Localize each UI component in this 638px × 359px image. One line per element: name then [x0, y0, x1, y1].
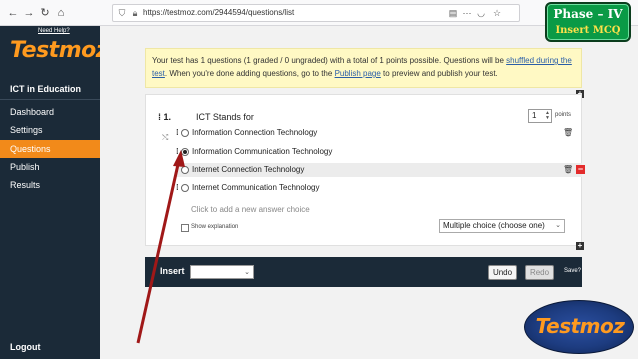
- add-question-below-button[interactable]: +: [576, 242, 584, 250]
- publish-page-link[interactable]: Publish page: [335, 69, 381, 78]
- logout-link[interactable]: Logout: [10, 342, 41, 352]
- add-answer-choice[interactable]: Click to add a new answer choice: [191, 205, 310, 214]
- remove-answer-icon[interactable]: −: [576, 165, 585, 174]
- question-number-text: 1.: [163, 112, 172, 122]
- sidebar-item-settings[interactable]: Settings: [0, 121, 100, 139]
- forward-icon[interactable]: →: [22, 6, 36, 20]
- sidebar: Need Help? Testmoz ICT in Education Dash…: [0, 26, 109, 359]
- answer-radio[interactable]: [181, 166, 189, 174]
- points-value: 1: [532, 111, 537, 120]
- insert-label: Insert: [160, 266, 185, 276]
- question-type-value: Multiple choice (choose one): [443, 221, 545, 230]
- home-icon[interactable]: ⌂: [54, 6, 68, 20]
- show-explanation-label[interactable]: Show explanation: [191, 224, 238, 230]
- testmoz-watermark: Testmoz: [524, 300, 634, 354]
- more-actions-icon[interactable]: ⋯: [461, 7, 473, 19]
- answer-radio-selected[interactable]: [181, 148, 189, 156]
- answer-text[interactable]: Information Communication Technology: [192, 145, 332, 159]
- trash-icon[interactable]: 🗑︎: [563, 128, 573, 138]
- show-explanation-checkbox[interactable]: [181, 224, 189, 232]
- watermark-text: Testmoz: [535, 314, 625, 338]
- need-help-link[interactable]: Need Help?: [38, 28, 70, 34]
- answer-text[interactable]: Internet Connection Technology: [192, 163, 304, 177]
- undo-button[interactable]: Undo: [488, 265, 517, 280]
- insert-toolbar: Insert ⌄ Undo Redo Save?: [145, 257, 582, 287]
- answer-choice[interactable]: ⁞ Information Communication Technology: [176, 145, 582, 159]
- drag-handle-icon[interactable]: ⁞: [176, 163, 179, 177]
- phase-badge: Phase – IV Insert MCQ: [545, 2, 631, 42]
- pocket-icon[interactable]: ◡: [475, 7, 487, 19]
- sidebar-item-results[interactable]: Results: [0, 176, 100, 194]
- answer-choice[interactable]: ⁞ Internet Connection Technology 🗑︎ −: [176, 163, 585, 177]
- answer-choice[interactable]: ⁞ Information Connection Technology 🗑︎: [176, 126, 582, 140]
- answer-radio[interactable]: [181, 129, 189, 137]
- notice-text-3: to preview and publish your test.: [380, 69, 498, 78]
- notice-text-1: Your test has 1 questions (1 graded / 0 …: [152, 56, 507, 65]
- reader-view-icon[interactable]: ▤: [447, 7, 459, 19]
- back-icon[interactable]: ←: [6, 6, 20, 20]
- notice-text-2: . When you're done adding questions, go …: [164, 69, 335, 78]
- question-number: ⁞ 1.: [158, 112, 171, 122]
- question-type-select[interactable]: Multiple choice (choose one) ⌄: [439, 219, 565, 233]
- browser-toolbar: ← → ↻ ⌂ ⛉ 🔒︎ https://testmoz.com/2944594…: [0, 0, 638, 26]
- chevron-down-icon: ⌄: [244, 269, 250, 276]
- shuffle-icon[interactable]: ⤭: [162, 133, 168, 143]
- drag-handle-icon[interactable]: ⁞: [176, 181, 179, 195]
- question-panel: ⁞ 1. ICT Stands for 1 ▲ ▼ points ⤭ ⁞ Info…: [145, 94, 585, 246]
- answer-text[interactable]: Internet Communication Technology: [192, 181, 319, 195]
- phase-subtitle: Insert MCQ: [555, 25, 621, 36]
- shield-icon[interactable]: ⛉: [116, 7, 128, 19]
- redo-button[interactable]: Redo: [525, 265, 554, 280]
- answer-radio[interactable]: [181, 184, 189, 192]
- bookmark-star-icon[interactable]: ☆: [491, 7, 503, 19]
- save-status[interactable]: Save?: [564, 268, 581, 274]
- drag-handle-icon[interactable]: ⁞: [176, 145, 179, 159]
- url-bar[interactable]: ⛉ 🔒︎ https://testmoz.com/2944594/questio…: [112, 4, 520, 22]
- sidebar-divider: [0, 99, 100, 100]
- answer-text[interactable]: Information Connection Technology: [192, 126, 317, 140]
- url-text[interactable]: https://testmoz.com/2944594/questions/li…: [143, 8, 294, 17]
- insert-type-select[interactable]: ⌄: [190, 265, 254, 279]
- question-text[interactable]: ICT Stands for: [196, 112, 254, 122]
- drag-handle-icon[interactable]: ⁞: [176, 126, 179, 140]
- spinner-icon[interactable]: ▲ ▼: [545, 111, 550, 121]
- reload-icon[interactable]: ↻: [38, 6, 52, 20]
- answer-choice[interactable]: ⁞ Internet Communication Technology: [176, 181, 582, 195]
- sidebar-item-dashboard[interactable]: Dashboard: [0, 103, 100, 121]
- testmoz-logo[interactable]: Testmoz: [10, 38, 109, 63]
- points-input[interactable]: 1 ▲ ▼: [528, 109, 552, 123]
- points-label: points: [555, 112, 572, 118]
- test-name: ICT in Education: [10, 84, 81, 94]
- trash-icon[interactable]: 🗑︎: [563, 165, 573, 175]
- sidebar-item-publish[interactable]: Publish: [0, 158, 100, 176]
- test-summary-notice: Your test has 1 questions (1 graded / 0 …: [145, 48, 582, 88]
- phase-title: Phase – IV: [553, 7, 623, 21]
- sidebar-item-questions[interactable]: Questions: [0, 140, 106, 158]
- chevron-down-icon: ⌄: [555, 222, 561, 229]
- lock-icon[interactable]: 🔒︎: [129, 7, 141, 19]
